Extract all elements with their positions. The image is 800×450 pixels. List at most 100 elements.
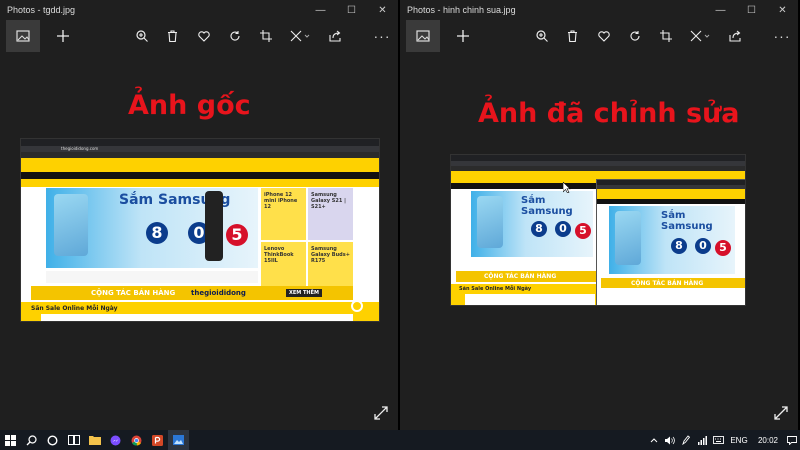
keyboard-icon: [712, 436, 724, 444]
powerpoint-button[interactable]: [147, 430, 168, 450]
website-screenshot: Sắm Samsung 8 0 5 CỘNG TÁC BÁN HÀNG Săn …: [450, 154, 746, 306]
keyboard-button[interactable]: [678, 430, 694, 450]
start-button[interactable]: [0, 430, 21, 450]
strip-text: CỘNG TÁC BÁN HÀNG: [484, 273, 557, 280]
section-title: Săn Sale Online Mỗi Ngày: [459, 286, 532, 292]
chrome-icon: [131, 435, 142, 446]
messenger-button[interactable]: [105, 430, 126, 450]
chrome-button[interactable]: [126, 430, 147, 450]
favorite-button[interactable]: [588, 20, 619, 52]
share-button[interactable]: [319, 20, 350, 52]
banner-brand: Sắm Samsung: [521, 195, 573, 217]
section-title: Săn Sale Online Mỗi Ngày: [31, 305, 118, 312]
promo-tile[interactable]: Samsung Galaxy S21 | S21+: [308, 188, 353, 240]
gallery-button[interactable]: [406, 20, 440, 52]
rotate-button[interactable]: [219, 20, 250, 52]
photos-icon: [173, 435, 184, 445]
cortana-icon: [47, 434, 58, 446]
crop-icon: [259, 30, 272, 42]
maximize-button[interactable]: ☐: [336, 0, 367, 20]
promo-strip[interactable]: CỘNG TÁC BÁN HÀNG: [601, 278, 745, 288]
minimize-button[interactable]: —: [305, 0, 336, 20]
network-button[interactable]: [694, 430, 710, 450]
minimize-button[interactable]: —: [705, 0, 736, 20]
title-bar[interactable]: Photos - tgdd.jpg — ☐ ✕: [0, 0, 398, 20]
search-icon: [26, 434, 37, 445]
promo-tile[interactable]: iPhone 12 mini iPhone 12: [261, 188, 306, 240]
favorite-button[interactable]: [188, 20, 219, 52]
zoom-button[interactable]: [526, 20, 557, 52]
more-options-button[interactable]: ···: [770, 20, 794, 52]
more-options-button[interactable]: ···: [370, 20, 394, 52]
tray-overflow-button[interactable]: [646, 430, 662, 450]
pen-icon: [682, 435, 690, 445]
plus-icon: [457, 30, 469, 42]
image-icon: [16, 30, 30, 42]
delete-button[interactable]: [557, 20, 588, 52]
overlay-caption: Ảnh gốc: [128, 90, 251, 121]
edit-button[interactable]: [281, 20, 319, 52]
volume-button[interactable]: [662, 430, 678, 450]
task-view-icon: [67, 435, 80, 445]
powerpoint-icon: [152, 434, 163, 446]
window-title: Photos - hinh chinh sua.jpg: [407, 5, 516, 15]
overlaid-screenshot: Sắm Samsung 8 0 5 CỘNG TÁC BÁN HÀNG: [596, 179, 745, 305]
crop-button[interactable]: [650, 20, 681, 52]
task-view-button[interactable]: [63, 430, 84, 450]
gallery-button[interactable]: [6, 20, 40, 52]
heart-icon: [597, 30, 610, 42]
delete-button[interactable]: [157, 20, 188, 52]
share-icon: [328, 30, 341, 42]
banner-number: 5: [715, 240, 731, 256]
overlay-caption: Ảnh đã chỉnh sửa: [478, 98, 740, 129]
promo-label: Samsung Galaxy Buds+ R175: [311, 246, 350, 264]
trash-icon: [168, 30, 177, 42]
samsung-banner[interactable]: Sắm Samsung 8 0 5: [46, 188, 258, 268]
windows-icon: [5, 434, 16, 446]
photos-toolbar: ···: [0, 20, 398, 52]
clock[interactable]: 20:02: [752, 430, 784, 450]
strip-brand: thegioididong: [191, 289, 246, 297]
crop-button[interactable]: [250, 20, 281, 52]
banner-number: 8: [531, 221, 547, 237]
cortana-button[interactable]: [42, 430, 63, 450]
notifications-button[interactable]: [784, 430, 800, 450]
edit-tools-icon: [690, 30, 710, 42]
promo-strip[interactable]: CỘNG TÁC BÁN HÀNG: [456, 271, 596, 282]
plus-icon: [57, 30, 69, 42]
strip-text: CỘNG TÁC BÁN HÀNG: [91, 289, 176, 297]
banner-number: 0: [695, 238, 711, 254]
search-button[interactable]: [21, 430, 42, 450]
image-icon: [416, 30, 430, 42]
promo-strip[interactable]: CỘNG TÁC BÁN HÀNG thegioididong XEM THÊM: [31, 286, 353, 300]
title-bar[interactable]: Photos - hinh chinh sua.jpg — ☐ ✕: [400, 0, 798, 20]
samsung-banner[interactable]: Sắm Samsung 8 0 5: [609, 206, 735, 274]
image-canvas: Ảnh gốc thegioididong.com Sắm Samsung 8 …: [0, 52, 398, 430]
heart-icon: [197, 30, 210, 42]
share-button[interactable]: [719, 20, 750, 52]
close-button[interactable]: ✕: [367, 0, 398, 20]
close-button[interactable]: ✕: [767, 0, 798, 20]
add-button[interactable]: [448, 20, 478, 52]
strip-cta: XEM THÊM: [286, 289, 322, 297]
promo-label: iPhone 12 mini iPhone 12: [264, 192, 298, 210]
samsung-banner[interactable]: Sắm Samsung 8 0 5: [471, 191, 593, 257]
add-button[interactable]: [48, 20, 78, 52]
photos-app-button[interactable]: [168, 430, 189, 450]
banner-number: 0: [555, 221, 571, 237]
expand-icon[interactable]: [774, 406, 788, 420]
photos-window-left: Photos - tgdd.jpg — ☐ ✕ ··· Ảnh gốc theg…: [0, 0, 398, 430]
language-indicator[interactable]: ENG: [726, 430, 752, 450]
rotate-button[interactable]: [619, 20, 650, 52]
speaker-icon: [665, 436, 675, 444]
file-explorer-button[interactable]: [84, 430, 105, 450]
photos-window-right: Photos - hinh chinh sua.jpg — ☐ ✕ ··· Ản…: [400, 0, 798, 430]
crop-icon: [659, 30, 672, 42]
edit-button[interactable]: [681, 20, 719, 52]
website-screenshot: thegioididong.com Sắm Samsung 8 0 5 iPho…: [20, 138, 380, 322]
maximize-button[interactable]: ☐: [736, 0, 767, 20]
touch-keyboard-button[interactable]: [710, 430, 726, 450]
share-icon: [728, 30, 741, 42]
expand-icon[interactable]: [374, 406, 388, 420]
zoom-button[interactable]: [126, 20, 157, 52]
